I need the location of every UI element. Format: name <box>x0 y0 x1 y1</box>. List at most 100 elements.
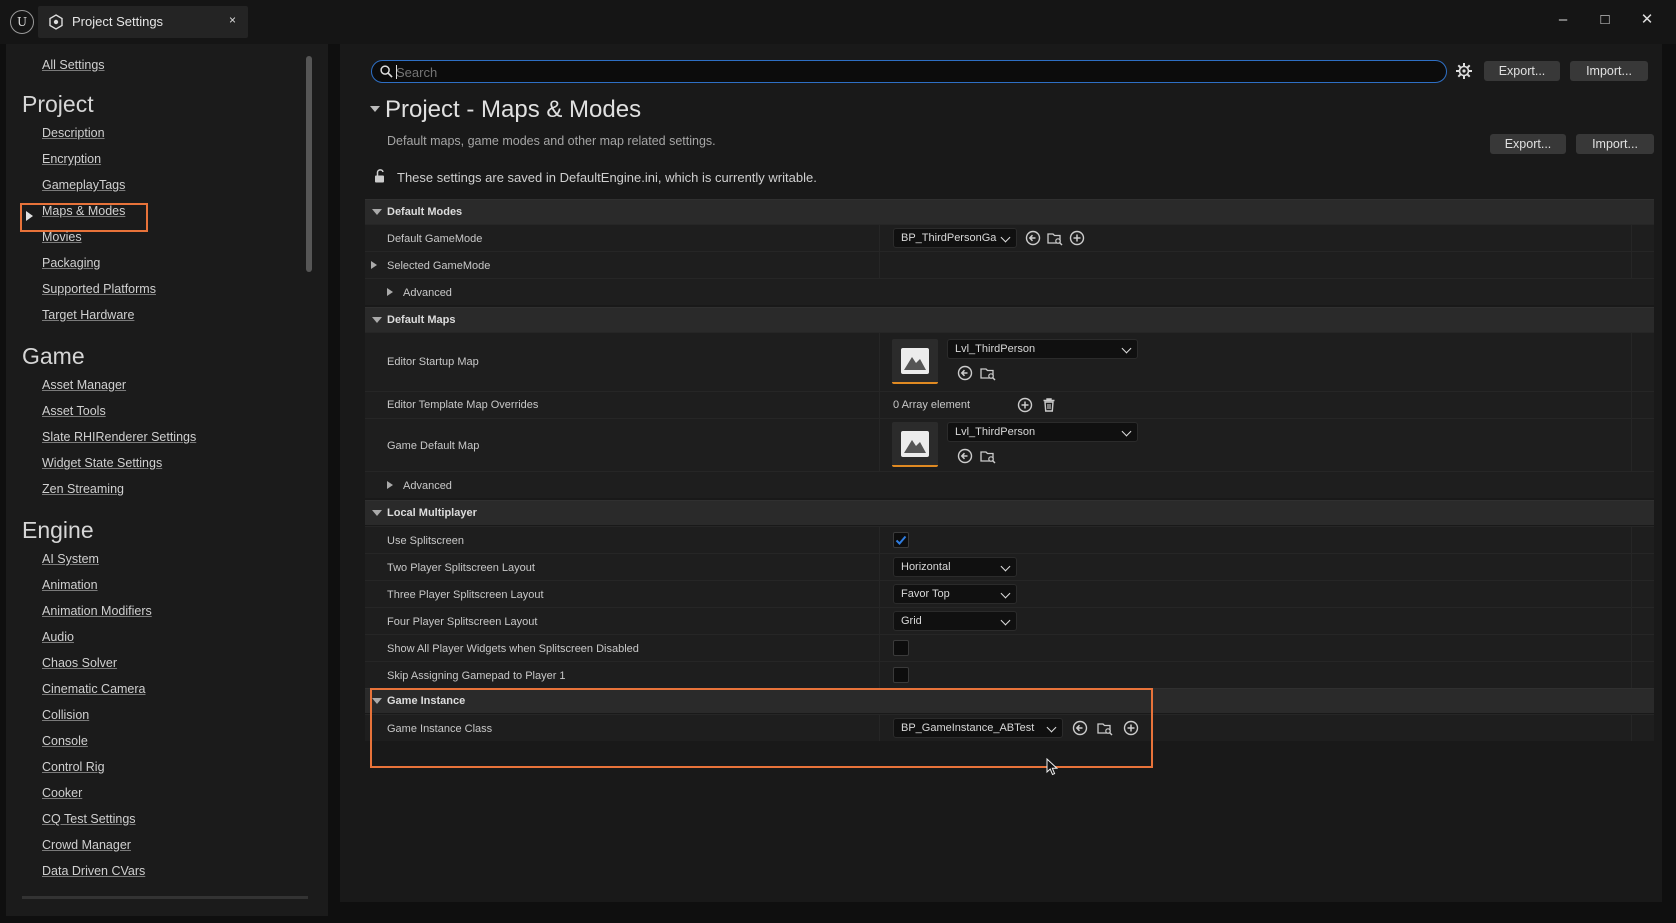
property-row: Use Splitscreen <box>365 526 1654 553</box>
collapse-arrow-icon[interactable] <box>372 209 382 215</box>
browse-asset-icon[interactable] <box>980 448 996 464</box>
default-gamemode-combo[interactable]: BP_ThirdPersonGa <box>893 228 1017 248</box>
category-default-modes[interactable]: Default Modes <box>365 199 1654 224</box>
sidebar-item-chaos-solver[interactable]: Chaos Solver <box>42 656 117 670</box>
sidebar-item-console[interactable]: Console <box>42 734 88 748</box>
create-new-icon[interactable] <box>1069 230 1085 246</box>
close-window-button[interactable]: ✕ <box>1632 9 1662 29</box>
sidebar-horizontal-scrollbar[interactable] <box>22 896 308 899</box>
sidebar-item-all-settings[interactable]: All Settings <box>42 58 105 72</box>
sidebar-item-data-driven-cvars[interactable]: Data Driven CVars <box>42 864 145 878</box>
minimize-button[interactable]: – <box>1548 9 1578 29</box>
expand-arrow-icon[interactable] <box>387 288 393 296</box>
map-thumbnail[interactable] <box>892 339 938 384</box>
column-divider[interactable] <box>879 608 880 634</box>
export-button[interactable]: Export... <box>1484 61 1560 81</box>
property-row[interactable]: Advanced <box>365 471 1654 498</box>
sidebar-item-animation[interactable]: Animation <box>42 578 98 592</box>
tab-title: Project Settings <box>72 14 164 29</box>
sidebar-item-maps-modes[interactable]: Maps & Modes <box>42 204 125 218</box>
column-divider[interactable] <box>879 554 880 580</box>
search-box[interactable] <box>371 60 1447 83</box>
column-divider[interactable] <box>879 527 880 553</box>
property-row: Three Player Splitscreen Layout Favor To… <box>365 580 1654 607</box>
column-divider[interactable] <box>879 662 880 688</box>
expand-arrow-icon[interactable] <box>371 261 377 269</box>
collapse-arrow-icon[interactable] <box>370 106 380 112</box>
sidebar-item-cooker[interactable]: Cooker <box>42 786 82 800</box>
show-widgets-checkbox[interactable] <box>893 640 909 656</box>
sidebar-item-packaging[interactable]: Packaging <box>42 256 100 270</box>
column-divider[interactable] <box>879 635 880 661</box>
four-player-layout-combo[interactable]: Grid <box>893 611 1017 631</box>
import-button[interactable]: Import... <box>1570 61 1648 81</box>
game-default-map-combo[interactable]: Lvl_ThirdPerson <box>947 422 1138 442</box>
category-default-maps[interactable]: Default Maps <box>365 307 1654 332</box>
column-divider[interactable] <box>879 252 880 278</box>
property-row[interactable]: Advanced <box>365 278 1654 305</box>
column-divider[interactable] <box>879 392 880 418</box>
sidebar-item-encryption[interactable]: Encryption <box>42 152 101 166</box>
sidebar-item-collision[interactable]: Collision <box>42 708 89 722</box>
sidebar-item-gameplaytags[interactable]: GameplayTags <box>42 178 125 192</box>
sidebar-item-control-rig[interactable]: Control Rig <box>42 760 105 774</box>
sidebar-item-ai-system[interactable]: AI System <box>42 552 99 566</box>
section-import-button[interactable]: Import... <box>1576 134 1654 154</box>
map-thumbnail[interactable] <box>892 422 938 467</box>
sidebar-scrollbar[interactable] <box>306 56 312 272</box>
category-label: Local Multiplayer <box>387 507 477 519</box>
add-element-icon[interactable] <box>1017 397 1033 413</box>
expand-arrow-icon[interactable] <box>387 481 393 489</box>
use-selected-asset-icon[interactable] <box>957 448 973 464</box>
editor-startup-map-combo[interactable]: Lvl_ThirdPerson <box>947 339 1138 359</box>
use-splitscreen-checkbox[interactable] <box>893 532 909 548</box>
sidebar-section-header: Project <box>22 91 94 117</box>
collapse-arrow-icon[interactable] <box>372 317 382 323</box>
sidebar-item-description[interactable]: Description <box>42 126 105 140</box>
maximize-button[interactable]: □ <box>1590 9 1620 29</box>
sidebar-item-cq-test-settings[interactable]: CQ Test Settings <box>42 812 136 826</box>
property-label: Four Player Splitscreen Layout <box>387 616 538 628</box>
sidebar-item-movies[interactable]: Movies <box>42 230 82 244</box>
search-input[interactable] <box>396 63 1396 81</box>
sidebar-item-supported-platforms[interactable]: Supported Platforms <box>42 282 156 296</box>
column-divider[interactable] <box>879 581 880 607</box>
three-player-layout-combo[interactable]: Favor Top <box>893 584 1017 604</box>
skip-gamepad-checkbox[interactable] <box>893 667 909 683</box>
column-divider <box>1631 635 1632 661</box>
section-export-button[interactable]: Export... <box>1490 134 1566 154</box>
browse-asset-icon[interactable] <box>980 365 996 381</box>
sidebar-item-cinematic-camera[interactable]: Cinematic Camera <box>42 682 146 696</box>
project-settings-tab[interactable]: Project Settings × <box>38 6 248 38</box>
property-row: Skip Assigning Gamepad to Player 1 <box>365 661 1654 688</box>
property-label: Two Player Splitscreen Layout <box>387 562 535 574</box>
collapse-arrow-icon[interactable] <box>372 510 382 516</box>
mouse-cursor-icon <box>1046 758 1058 776</box>
use-selected-asset-icon[interactable] <box>1025 230 1041 246</box>
use-selected-asset-icon[interactable] <box>957 365 973 381</box>
column-divider[interactable] <box>879 225 880 251</box>
sidebar-item-crowd-manager[interactable]: Crowd Manager <box>42 838 131 852</box>
chevron-down-icon <box>1121 343 1132 354</box>
sidebar-item-asset-tools[interactable]: Asset Tools <box>42 404 106 418</box>
property-row[interactable]: Selected GameMode <box>365 251 1654 278</box>
trash-icon[interactable] <box>1041 397 1057 413</box>
column-divider[interactable] <box>879 419 880 471</box>
gear-icon[interactable] <box>1455 62 1473 80</box>
sidebar-item-target-hardware[interactable]: Target Hardware <box>42 308 134 322</box>
property-row: Editor Startup Map Lvl_ThirdPerson <box>365 332 1654 391</box>
column-divider[interactable] <box>879 333 880 391</box>
category-local-multiplayer[interactable]: Local Multiplayer <box>365 500 1654 525</box>
sidebar-item-slate-rhirenderer[interactable]: Slate RHIRenderer Settings <box>42 430 196 444</box>
browse-asset-icon[interactable] <box>1047 230 1063 246</box>
two-player-layout-combo[interactable]: Horizontal <box>893 557 1017 577</box>
sidebar-item-zen-streaming[interactable]: Zen Streaming <box>42 482 124 496</box>
sidebar-item-asset-manager[interactable]: Asset Manager <box>42 378 126 392</box>
sidebar-item-widget-state[interactable]: Widget State Settings <box>42 456 162 470</box>
combo-value: Grid <box>901 615 922 627</box>
column-divider <box>1631 419 1632 471</box>
sidebar-item-audio[interactable]: Audio <box>42 630 74 644</box>
sidebar-item-animation-modifiers[interactable]: Animation Modifiers <box>42 604 152 618</box>
tab-close-icon[interactable]: × <box>229 13 236 27</box>
map-asset-icon <box>901 431 929 457</box>
